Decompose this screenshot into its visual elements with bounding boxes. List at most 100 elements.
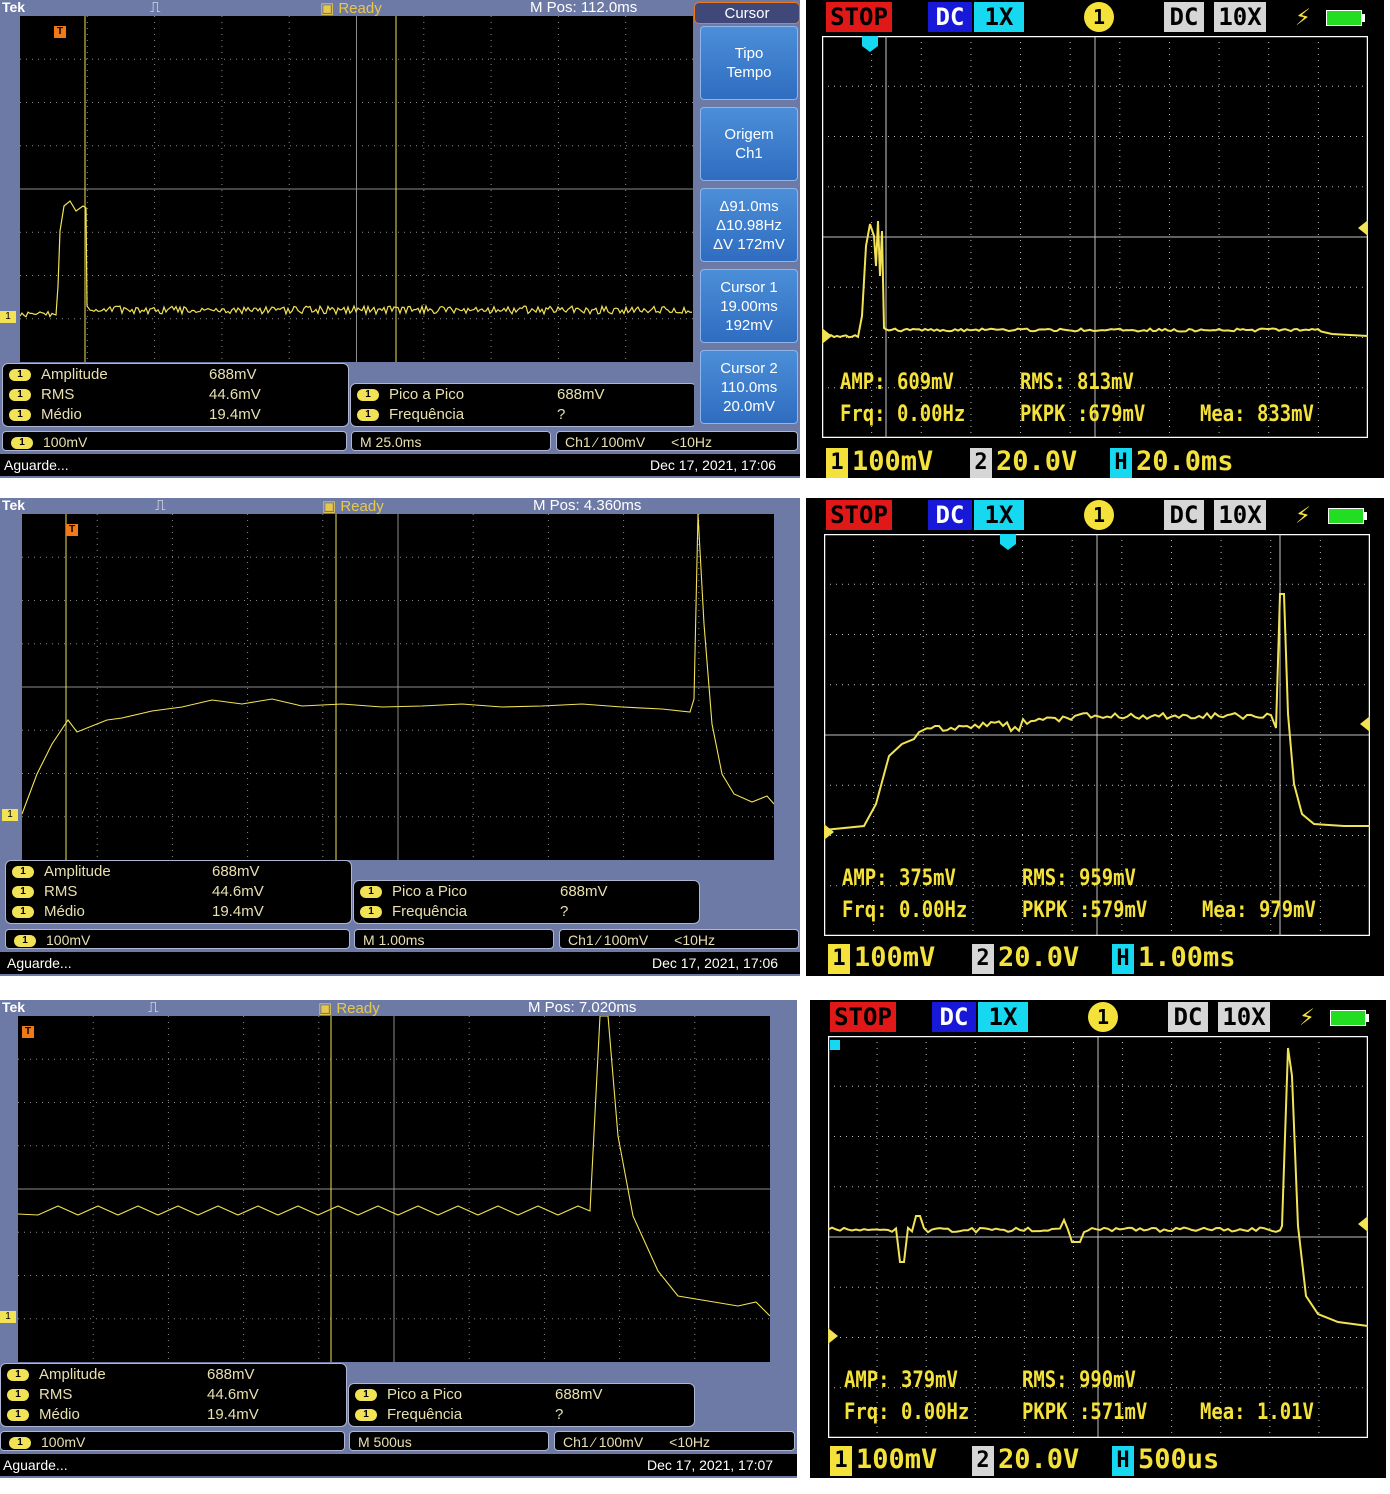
measurement-box-right: 1 Pico a Pico 688mV 1 Frequência? [350,383,697,427]
dso-mea: Mea: 979mV [1202,898,1316,923]
acq-mode-icon: ⎍ [150,0,161,16]
meas-amplitude: 1 Amplitude 688mV [7,1366,340,1386]
cursor2-button[interactable]: Cursor 2 110.0ms 20.0mV [700,350,798,424]
date-time: Dec 17, 2021, 17:07 [647,1454,773,1476]
tek-message-bar: Aguarde... Dec 17, 2021, 17:06 [0,454,800,476]
timebase-readout[interactable]: M 25.0ms [351,431,551,451]
dso-scope-panel-3: STOP DC 1X 1 DC 10X ⚡ AMP: 379mV RMS: 99… [810,1000,1386,1478]
ch2-volt-div: 2 20.0V [972,942,1079,974]
trigger-level-marker [1358,220,1368,236]
tek-logo: Tek [2,1000,25,1015]
run-stop-indicator[interactable]: STOP [830,1002,896,1032]
trigger-edge-icon[interactable]: ⚡ [1292,2,1314,32]
tek-graticule-1 [20,16,693,362]
ch1-ground-marker: 1 [0,1311,16,1323]
tek-logo: Tek [2,498,25,513]
ground-marker [824,824,834,840]
cursor-side-menu: Cursor Tipo Tempo Origem Ch1 Δ91.0ms Δ10.98… [694,0,800,430]
trigger-readout[interactable]: Ch1 ⁄ 100mV <10Hz [554,1431,795,1451]
ch1-coupling[interactable]: DC [932,1002,976,1032]
ch1-probe[interactable]: 1X [974,2,1024,32]
ch2-coupling[interactable]: DC [1164,2,1204,32]
tek-waveform-screen [20,16,693,362]
ch1-probe[interactable]: 1X [978,1002,1028,1032]
horizontal-position: M Pos: 4.360ms [533,498,641,514]
trigger-t-marker: T [66,524,78,536]
status-message: Aguarde... [4,454,69,476]
tek-graticule-2 [22,514,774,860]
dso-amp: AMP: 379mV [844,1368,958,1393]
ch2-coupling[interactable]: DC [1164,500,1204,530]
ch1-coupling[interactable]: DC [928,2,972,32]
meas-peak-to-peak: 1 Pico a Pico 688mV [355,1386,688,1406]
trigger-edge-icon[interactable]: ⚡ [1292,500,1314,530]
tek-status-bar: Tek ⎍ ▣ Ready M Pos: 7.020ms [0,1000,797,1016]
cursor-type-button[interactable]: Tipo Tempo [700,26,798,100]
dso-scope-panel-1: STOP DC 1X 1 DC 10X ⚡ AMP: 609mV RMS: 81… [806,0,1384,478]
cursor-delta-readout[interactable]: Δ91.0ms Δ10.98Hz ΔV 172mV [700,188,798,262]
dso-rms: RMS: 813mV [1020,370,1134,395]
tek-waveform-screen [22,514,774,860]
horizontal-position: M Pos: 112.0ms [530,0,637,16]
trigger-channel[interactable]: 1 [1084,2,1114,32]
trigger-edge-icon[interactable]: ⚡ [1296,1002,1318,1032]
battery-icon [1326,10,1362,26]
dso-status-bar: STOP DC 1X 1 DC 10X ⚡ [806,0,1384,36]
dso-status-bar: STOP DC 1X 1 DC 10X ⚡ [810,1000,1386,1036]
tek-scope-panel-1: Tek ⎍ ▣ Ready M Pos: 112.0ms T 1 1 Amplit… [0,0,800,478]
acq-mode-icon: ⎍ [148,1000,159,1016]
ch2-volt-div: 2 20.0V [972,1444,1079,1476]
ch1-scale-readout[interactable]: 1 100mV [0,1431,345,1451]
dso-pkpk: PKPK :679mV [1020,402,1145,427]
date-time: Dec 17, 2021, 17:06 [652,952,778,974]
trigger-level-marker [1360,716,1370,732]
dso-frq: Frq: 0.00Hz [844,1400,969,1425]
timebase-readout[interactable]: M 500us [349,1431,549,1451]
ch1-volt-div: 1 100mV [830,1444,937,1476]
trigger-position-marker [862,36,878,52]
meas-peak-to-peak: 1 Pico a Pico 688mV [360,883,693,903]
ch1-volt-div: 1 100mV [826,446,933,478]
dso-amp: AMP: 375mV [842,866,956,891]
meas-peak-to-peak: 1 Pico a Pico 688mV [357,386,690,406]
ch2-volt-div: 2 20.0V [970,446,1077,478]
ch1-probe[interactable]: 1X [974,500,1024,530]
tek-message-bar: Aguarde... Dec 17, 2021, 17:06 [0,952,800,974]
ch2-probe[interactable]: 10X [1214,500,1266,530]
ch1-scale-readout[interactable]: 1 100mV [2,431,347,451]
run-stop-indicator[interactable]: STOP [826,500,892,530]
battery-icon [1330,1010,1366,1026]
ground-marker [828,1328,838,1344]
ch2-probe[interactable]: 10X [1218,1002,1270,1032]
ch1-coupling[interactable]: DC [928,500,972,530]
trigger-channel[interactable]: 1 [1084,500,1114,530]
h-time-div: H 500us [1112,1444,1219,1476]
h-time-div: H 1.00ms [1112,942,1236,974]
trigger-readout[interactable]: Ch1 ⁄ 100mV <10Hz [559,929,799,949]
dso-scope-panel-2: STOP DC 1X 1 DC 10X ⚡ AMP: 375mV RMS: 95… [806,498,1384,976]
ch1-ground-marker: 1 [2,809,18,821]
trigger-position-marker [1000,534,1016,550]
trigger-position-marker [830,1040,840,1050]
ch2-coupling[interactable]: DC [1168,1002,1208,1032]
ch2-probe[interactable]: 10X [1214,2,1266,32]
meas-frequency: 1 Frequência? [360,903,693,923]
run-stop-indicator[interactable]: STOP [826,2,892,32]
acq-mode-icon: ⎍ [155,498,166,514]
trigger-channel[interactable]: 1 [1088,1002,1118,1032]
meas-rms: 1 RMS 44.6mV [7,1386,340,1406]
measurement-box-right: 1 Pico a Pico 688mV 1 Frequência? [353,880,700,924]
trigger-state: ▣ Ready [320,0,382,17]
trigger-readout[interactable]: Ch1 ⁄ 100mV <10Hz [556,431,798,451]
meas-mean: 1 Médio 19.4mV [7,1406,340,1426]
timebase-readout[interactable]: M 1.00ms [354,929,554,949]
meas-frequency: 1 Frequência? [355,1406,688,1426]
cursor-menu-title: Cursor [694,2,800,24]
ch1-scale-readout[interactable]: 1 100mV [5,929,350,949]
cursor1-button[interactable]: Cursor 1 19.00ms 192mV [700,269,798,343]
meas-rms: 1 RMS 44.6mV [9,386,342,406]
trigger-t-marker: T [54,26,66,38]
dso-rms: RMS: 959mV [1022,866,1136,891]
meas-amplitude: 1 Amplitude 688mV [12,863,345,883]
cursor-source-button[interactable]: Origem Ch1 [700,107,798,181]
